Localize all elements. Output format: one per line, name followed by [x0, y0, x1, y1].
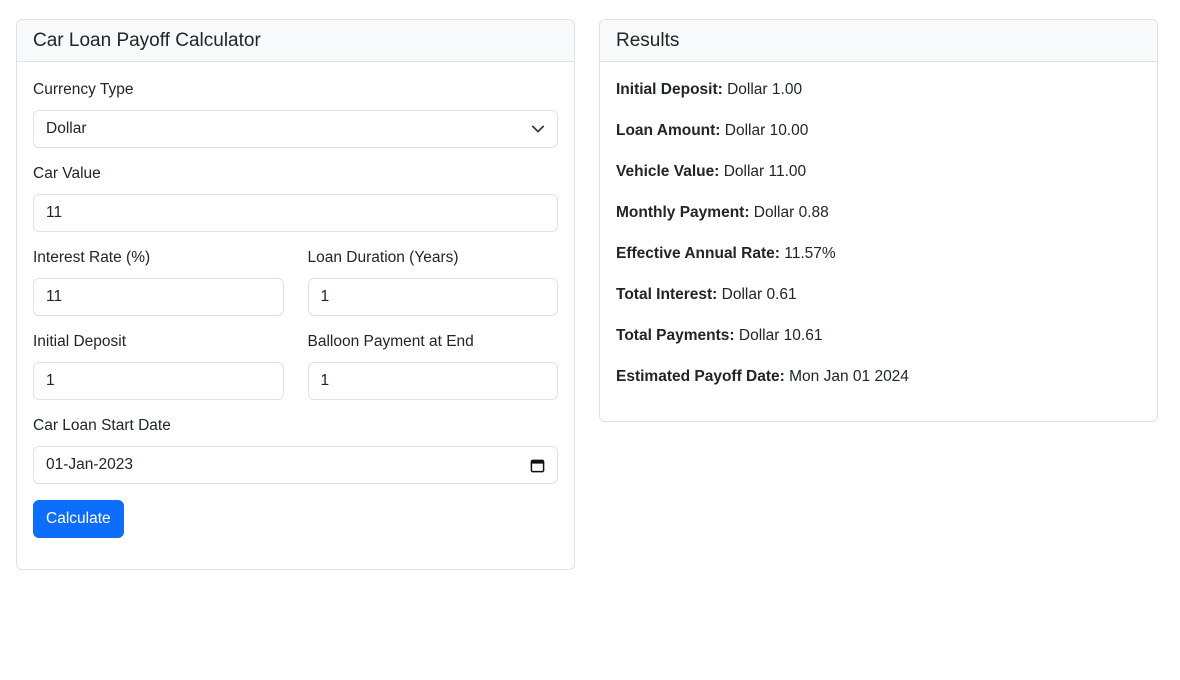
- interest-rate-field: Interest Rate (%) 11: [33, 246, 284, 316]
- results-list: Initial Deposit: Dollar 1.00 Loan Amount…: [600, 62, 1157, 421]
- results-title: Results: [600, 20, 1157, 62]
- result-label: Initial Deposit:: [616, 81, 723, 98]
- result-label: Effective Annual Rate:: [616, 245, 780, 262]
- balloon-payment-value: 1: [320, 372, 330, 389]
- result-monthly-payment: Monthly Payment: Dollar 0.88: [616, 201, 1141, 225]
- deposit-balloon-row: Initial Deposit 1 Balloon Payment at End…: [33, 330, 558, 414]
- car-value-input[interactable]: 11: [33, 194, 558, 232]
- rate-duration-row: Interest Rate (%) 11 Loan Duration (Year…: [33, 246, 558, 330]
- calculator-title: Car Loan Payoff Calculator: [17, 20, 574, 62]
- loan-duration-input[interactable]: 1: [307, 278, 558, 316]
- currency-select[interactable]: Dollar: [33, 110, 558, 148]
- balloon-payment-field: Balloon Payment at End 1: [307, 330, 558, 400]
- calculator-card: Car Loan Payoff Calculator Currency Type…: [16, 19, 575, 570]
- result-total-interest: Total Interest: Dollar 0.61: [616, 283, 1141, 307]
- calculator-form: Currency Type Dollar Car Value 11 Intere…: [17, 62, 574, 554]
- result-value: Dollar 10.00: [724, 122, 809, 139]
- car-value-value: 11: [46, 204, 63, 221]
- interest-rate-label: Interest Rate (%): [33, 249, 151, 266]
- result-value: 11.57%: [784, 245, 836, 262]
- currency-field: Currency Type Dollar: [33, 78, 558, 148]
- initial-deposit-value: 1: [46, 372, 55, 389]
- result-label: Estimated Payoff Date:: [616, 368, 785, 385]
- currency-value: Dollar: [46, 120, 87, 137]
- balloon-payment-label: Balloon Payment at End: [307, 333, 474, 350]
- page: Car Loan Payoff Calculator Currency Type…: [0, 0, 1180, 680]
- calendar-icon[interactable]: [530, 458, 545, 473]
- result-label: Total Payments:: [616, 327, 735, 344]
- currency-label: Currency Type: [33, 81, 134, 98]
- start-date-input[interactable]: 01-Jan-2023: [33, 446, 558, 484]
- loan-duration-value: 1: [320, 288, 330, 305]
- loan-duration-label: Loan Duration (Years): [307, 249, 459, 266]
- initial-deposit-input[interactable]: 1: [33, 362, 284, 400]
- loan-duration-field: Loan Duration (Years) 1: [307, 246, 558, 316]
- result-label: Monthly Payment:: [616, 204, 750, 221]
- initial-deposit-label: Initial Deposit: [33, 333, 127, 350]
- result-value: Dollar 1.00: [727, 81, 803, 98]
- result-value: Dollar 0.88: [753, 204, 829, 221]
- result-vehicle-value: Vehicle Value: Dollar 11.00: [616, 160, 1141, 184]
- result-loan-amount: Loan Amount: Dollar 10.00: [616, 119, 1141, 143]
- result-payoff-date: Estimated Payoff Date: Mon Jan 01 2024: [616, 365, 1141, 389]
- result-label: Total Interest:: [616, 286, 718, 303]
- results-card: Results Initial Deposit: Dollar 1.00 Loa…: [599, 19, 1158, 422]
- result-initial-deposit: Initial Deposit: Dollar 1.00: [616, 78, 1141, 102]
- result-value: Dollar 0.61: [721, 286, 797, 303]
- result-value: Dollar 11.00: [723, 163, 807, 180]
- start-date-value: 01-Jan-2023: [46, 456, 134, 473]
- balloon-payment-input[interactable]: 1: [307, 362, 558, 400]
- result-label: Vehicle Value:: [616, 163, 720, 180]
- car-value-label: Car Value: [33, 165, 101, 182]
- interest-rate-input[interactable]: 11: [33, 278, 284, 316]
- result-value: Dollar 10.61: [738, 327, 823, 344]
- car-value-field: Car Value 11: [33, 162, 558, 232]
- result-value: Mon Jan 01 2024: [789, 368, 909, 385]
- result-effective-annual-rate: Effective Annual Rate: 11.57%: [616, 242, 1141, 266]
- calculate-button[interactable]: Calculate: [33, 500, 124, 538]
- start-date-field: Car Loan Start Date 01-Jan-2023: [33, 414, 558, 484]
- result-label: Loan Amount:: [616, 122, 721, 139]
- initial-deposit-field: Initial Deposit 1: [33, 330, 284, 400]
- start-date-label: Car Loan Start Date: [33, 417, 171, 434]
- interest-rate-value: 11: [46, 288, 63, 305]
- chevron-down-icon: [531, 125, 545, 133]
- result-total-payments: Total Payments: Dollar 10.61: [616, 324, 1141, 348]
